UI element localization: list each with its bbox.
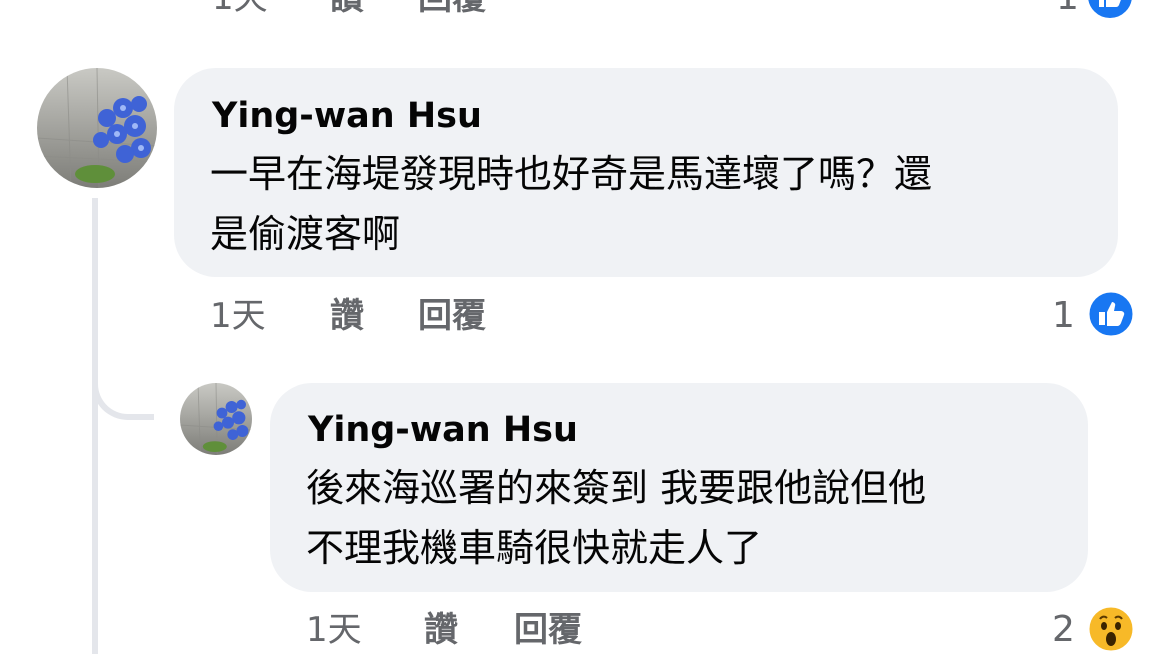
avatar[interactable] (37, 68, 157, 188)
reply-text-line1: 後來海巡署的來簽到 我要跟他說但他 (306, 466, 927, 510)
prev-reply-button[interactable]: 回覆 (418, 0, 486, 18)
like-icon[interactable] (1086, 0, 1134, 20)
wow-icon[interactable] (1086, 604, 1136, 654)
comment-like-button[interactable]: 讚 (330, 296, 364, 336)
thread-line (92, 198, 98, 654)
reply-author[interactable]: Ying-wan Hsu (308, 408, 578, 452)
reply-text-line2: 不理我機車騎很快就走人了 (306, 526, 763, 570)
reply-reply-button[interactable]: 回覆 (514, 610, 582, 650)
like-icon[interactable] (1086, 289, 1136, 339)
comment-reply-button[interactable]: 回覆 (418, 296, 486, 336)
prev-reaction-count[interactable]: 1 (1056, 0, 1079, 18)
reply-like-button[interactable]: 讚 (424, 610, 458, 650)
prev-time: 1天 (212, 0, 268, 18)
avatar[interactable] (180, 383, 252, 455)
comment-text-line1: 一早在海堤發現時也好奇是馬達壞了嗎？還 (210, 152, 933, 196)
comment-time[interactable]: 1天 (210, 296, 266, 336)
reply-connector (92, 360, 154, 420)
reply-reaction-count[interactable]: 2 (1052, 610, 1075, 650)
reply-time[interactable]: 1天 (306, 610, 362, 650)
comment-text-line2: 是偷渡客啊 (210, 212, 401, 256)
prev-like-button[interactable]: 讚 (330, 0, 364, 18)
comment-author[interactable]: Ying-wan Hsu (212, 94, 482, 138)
comment-reaction-count[interactable]: 1 (1052, 296, 1075, 336)
